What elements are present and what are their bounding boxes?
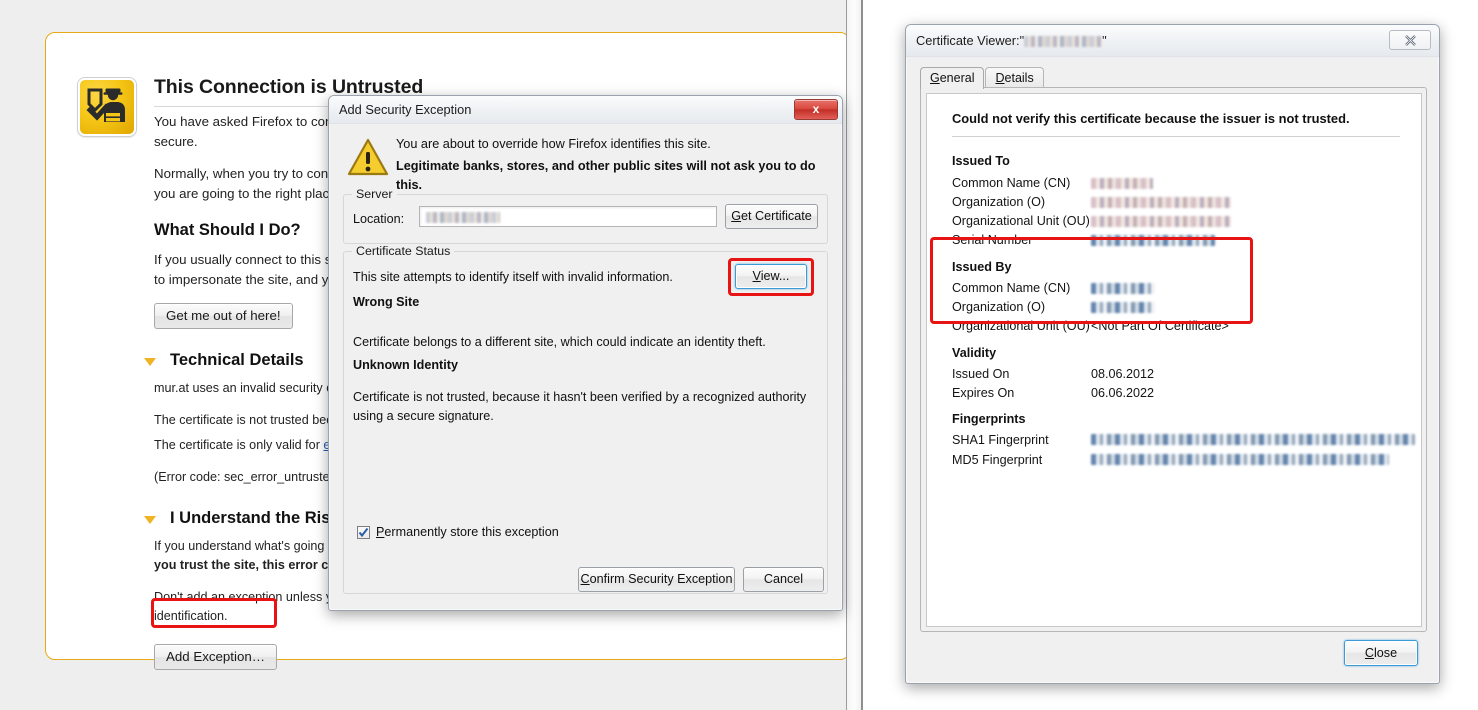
- close-button[interactable]: Close: [1344, 640, 1418, 666]
- divider: [952, 136, 1400, 137]
- value-md5-fingerprint-redacted: [1091, 454, 1389, 465]
- value-issued-to-ou-redacted: [1091, 216, 1231, 227]
- value-issued-to-serial-redacted: [1091, 235, 1215, 246]
- certificate-viewer-dialog: Certificate Viewer:" " General Details Cou…: [905, 24, 1440, 684]
- value-sha1-fingerprint-redacted: [1091, 434, 1415, 445]
- security-dialog-titlebar[interactable]: Add Security Exception x: [329, 96, 842, 124]
- close-button-label-rest: lose: [1374, 646, 1398, 660]
- value-md5-fingerprint: [1091, 452, 1389, 466]
- location-label: Location:: [353, 212, 405, 226]
- window-edge-line: [846, 0, 847, 710]
- value-issued-by-o-redacted: [1091, 302, 1155, 313]
- section-title-fingerprints: Fingerprints: [952, 412, 1026, 426]
- confirm-button-label-rest: onfirm Security Exception: [589, 572, 733, 586]
- screenshot-root: This Connection is Untrusted You have as…: [0, 0, 1478, 710]
- tab-general[interactable]: General: [920, 67, 985, 89]
- unknown-identity-text-line-1: Certificate is not trusted, because it h…: [353, 390, 807, 404]
- verify-message: Could not verify this certificate becaus…: [952, 111, 1350, 126]
- value-issued-to-o: [1091, 195, 1231, 209]
- location-input[interactable]: [419, 206, 717, 227]
- section-title-validity: Validity: [952, 346, 997, 360]
- permanently-store-label[interactable]: Permanently store this exception: [376, 525, 559, 539]
- value-issued-to-serial: [1091, 233, 1215, 247]
- value-issued-by-cn: [1091, 281, 1155, 295]
- label-issued-to-serial: Serial Number: [952, 233, 1033, 247]
- tab-general-label-rest: eneral: [939, 71, 975, 85]
- wrong-site-heading: Wrong Site: [353, 295, 420, 309]
- confirm-button-accesskey: C: [580, 572, 590, 586]
- label-issued-by-cn: Common Name (CN): [952, 281, 1071, 295]
- get-certificate-button[interactable]: Get Certificate: [725, 204, 818, 229]
- certificate-status-group-label: Certificate Status: [352, 244, 455, 258]
- tab-details[interactable]: Details: [985, 67, 1044, 89]
- unknown-identity-heading: Unknown Identity: [353, 358, 458, 372]
- permanently-store-label-rest: ermanently store this exception: [384, 525, 559, 539]
- view-certificate-button[interactable]: View...: [735, 264, 807, 289]
- get-certificate-label-rest: et Certificate: [741, 209, 812, 223]
- label-issued-by-o: Organization (O): [952, 300, 1046, 314]
- warning-line-2: Legitimate banks, stores, and other publ…: [396, 159, 816, 192]
- value-issued-by-cn-redacted: [1091, 283, 1155, 294]
- permanently-store-checkbox[interactable]: [357, 526, 370, 539]
- view-button-accesskey: V: [752, 269, 761, 283]
- security-dialog-title: Add Security Exception: [339, 102, 472, 117]
- value-issued-to-ou: [1091, 214, 1231, 228]
- close-icon[interactable]: [1389, 30, 1431, 50]
- label-issued-on: Issued On: [952, 367, 1010, 381]
- value-issued-by-ou: <Not Part Of Certificate>: [1091, 319, 1229, 333]
- certificate-viewer-titlebar[interactable]: Certificate Viewer:" ": [906, 25, 1439, 57]
- window-outer-edge: [861, 0, 863, 710]
- label-md5-fingerprint: MD5 Fingerprint: [952, 453, 1043, 467]
- add-security-exception-dialog: Add Security Exception x You are about t…: [328, 95, 843, 611]
- tab-details-accesskey: D: [995, 71, 1005, 85]
- label-issued-to-cn: Common Name (CN): [952, 176, 1071, 190]
- value-issued-to-cn: [1091, 176, 1153, 190]
- certificate-viewer-title-suffix: ": [1102, 33, 1107, 48]
- value-sha1-fingerprint: [1091, 432, 1415, 446]
- certificate-viewer-tabs: General Details: [920, 67, 1045, 89]
- certificate-content-area: Could not verify this certificate becaus…: [926, 93, 1422, 627]
- warning-line-1: You are about to override how Firefox id…: [396, 137, 711, 151]
- certificate-viewer-title: Certificate Viewer:" ": [916, 33, 1107, 48]
- section-title-issued-by: Issued By: [952, 260, 1012, 274]
- get-me-out-button[interactable]: Get me out of here!: [154, 303, 293, 329]
- value-issued-on: 08.06.2012: [1091, 367, 1155, 381]
- tab-general-accesskey: G: [930, 71, 940, 85]
- view-button-label-rest: iew...: [760, 269, 790, 283]
- label-issued-to-ou: Organizational Unit (OU): [952, 214, 1090, 228]
- add-exception-button[interactable]: Add Exception…: [154, 644, 278, 670]
- get-certificate-accesskey: G: [731, 209, 742, 223]
- tab-details-label-rest: etails: [1004, 71, 1034, 85]
- certificate-viewer-title-prefix: Certificate Viewer:": [916, 33, 1025, 48]
- close-button-accesskey: C: [1364, 646, 1374, 660]
- label-expires-on: Expires On: [952, 386, 1015, 400]
- certificate-general-panel: Could not verify this certificate becaus…: [920, 87, 1427, 632]
- wrong-site-text: Certificate belongs to a different site,…: [353, 335, 766, 349]
- cancel-button[interactable]: Cancel: [743, 567, 824, 592]
- i-understand-the-risks-label: I Understand the Risks: [170, 509, 349, 527]
- value-expires-on: 06.06.2022: [1091, 386, 1155, 400]
- label-issued-by-ou: Organizational Unit (OU): [952, 319, 1090, 333]
- technical-line-3-text: The certificate is only valid for: [154, 438, 324, 452]
- certificate-viewer-title-redacted: [1024, 36, 1103, 47]
- location-value-redacted: [426, 212, 500, 223]
- technical-details-label: Technical Details: [170, 351, 304, 369]
- untrusted-connection-icon: [78, 78, 136, 136]
- label-sha1-fingerprint: SHA1 Fingerprint: [952, 433, 1049, 447]
- value-issued-to-cn-redacted: [1091, 178, 1153, 189]
- value-issued-to-o-redacted: [1091, 197, 1231, 208]
- warning-text-block: You are about to override how Firefox id…: [396, 135, 826, 195]
- close-icon[interactable]: x: [794, 99, 838, 120]
- label-issued-to-o: Organization (O): [952, 195, 1046, 209]
- status-summary-text: This site attempts to identify itself wi…: [353, 270, 673, 284]
- server-group-label: Server: [352, 187, 397, 201]
- confirm-security-exception-button[interactable]: Confirm Security Exception: [578, 567, 735, 592]
- unknown-identity-text-line-2: using a secure signature.: [353, 409, 494, 423]
- value-issued-by-o: [1091, 300, 1155, 314]
- section-title-issued-to: Issued To: [952, 154, 1010, 168]
- warning-triangle-icon: [347, 138, 389, 181]
